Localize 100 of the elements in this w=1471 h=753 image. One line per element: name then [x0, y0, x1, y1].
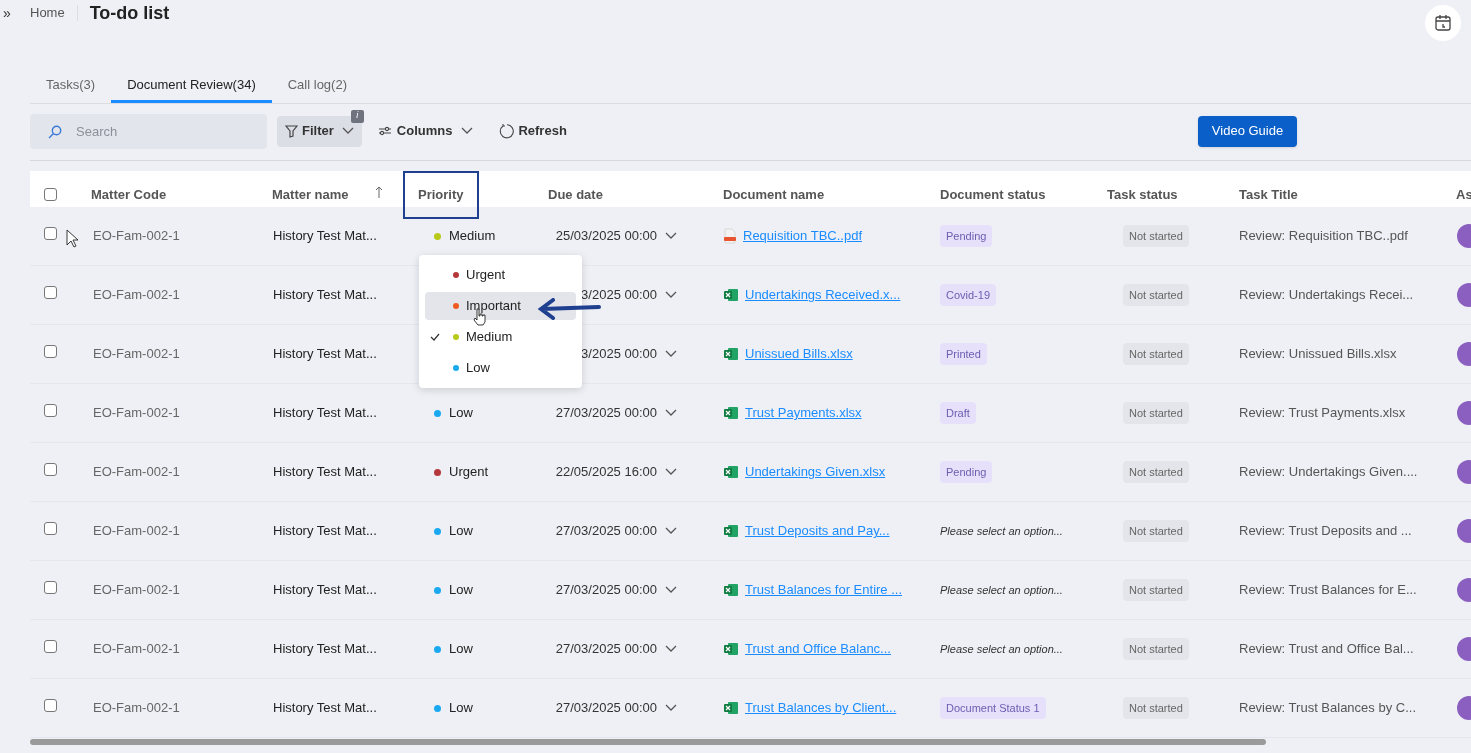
- tab[interactable]: Call log(2): [271, 70, 363, 103]
- checkbox[interactable]: [44, 521, 57, 535]
- column-header[interactable]: Task Title: [1239, 185, 1298, 205]
- task-status-tag: Not started: [1123, 342, 1189, 366]
- expand-sidebar-icon[interactable]: »: [3, 2, 17, 24]
- task-status-tag: Not started: [1123, 696, 1189, 720]
- breadcrumb-home-link[interactable]: Home: [30, 3, 65, 23]
- due-date-cell[interactable]: 27/03/2025 00:00: [548, 580, 657, 600]
- priority-label[interactable]: Low: [449, 639, 473, 659]
- priority-label[interactable]: Low: [449, 698, 473, 718]
- document-status-tag: Pending: [940, 460, 993, 484]
- spreadsheet-file-icon: [723, 701, 739, 715]
- refresh-button[interactable]: Refresh: [499, 121, 567, 141]
- matter-name-cell-text: History Test Mat...: [272, 699, 377, 718]
- search-field[interactable]: Search: [30, 113, 267, 149]
- spreadsheet-file-icon: [723, 583, 739, 597]
- column-header[interactable]: Matter Code: [91, 185, 167, 205]
- spreadsheet-file-icon: [723, 524, 739, 538]
- chevron-down-icon: [665, 232, 677, 240]
- column-header[interactable]: Priority: [403, 171, 479, 219]
- checkbox[interactable]: [44, 462, 57, 476]
- matter-name-cell-text: History Test Mat...: [272, 227, 377, 246]
- task-title-cell-text: Review: Undertakings Given....: [1239, 463, 1418, 482]
- column-header[interactable]: Document status: [940, 185, 1046, 205]
- column-header[interactable]: Document name: [723, 185, 825, 205]
- checkbox[interactable]: [44, 188, 57, 202]
- matter-code-cell-text: EO-Fam-002-1: [92, 227, 180, 246]
- checkbox[interactable]: [44, 285, 57, 299]
- tab[interactable]: Tasks(3): [30, 70, 112, 103]
- chevron-down-icon: [665, 291, 677, 299]
- task-status-tag: Not started: [1123, 460, 1189, 484]
- priority-label[interactable]: Low: [449, 580, 473, 600]
- checkbox[interactable]: [44, 639, 57, 653]
- checkbox[interactable]: [44, 403, 57, 417]
- funnel-icon: [285, 124, 298, 138]
- task-title-cell-text: Review: Unissued Bills.xlsx: [1239, 345, 1397, 364]
- document-status-select[interactable]: Please select an option...: [940, 640, 1063, 658]
- document-status-select[interactable]: Please select an option...: [940, 581, 1063, 599]
- spreadsheet-file-icon: [723, 465, 739, 479]
- sliders-icon: [377, 126, 392, 136]
- matter-name-cell-text: History Test Mat...: [272, 404, 377, 423]
- priority-option[interactable]: Medium: [425, 323, 576, 351]
- columns-button[interactable]: Columns: [377, 121, 474, 141]
- priority-label[interactable]: Medium: [449, 226, 496, 246]
- chevron-down-icon: [665, 586, 677, 594]
- due-date-cell[interactable]: 27/03/2025 00:00: [548, 698, 657, 718]
- spreadsheet-file-icon: [723, 406, 739, 420]
- checkbox[interactable]: [44, 580, 57, 594]
- task-title-cell-text: Review: Requisition TBC..pdf: [1239, 227, 1408, 246]
- due-date-cell[interactable]: 25/03/2025 00:00: [548, 226, 657, 246]
- tab[interactable]: Document Review(34): [111, 70, 272, 103]
- spreadsheet-file-icon: [723, 288, 739, 302]
- priority-label[interactable]: Low: [449, 403, 473, 423]
- priority-option[interactable]: Important: [425, 292, 576, 320]
- checkbox[interactable]: [44, 698, 57, 712]
- checkbox[interactable]: [44, 344, 57, 358]
- spreadsheet-file-icon: [723, 347, 739, 361]
- matter-code-cell-text: EO-Fam-002-1: [92, 581, 180, 600]
- calendar-icon[interactable]: [1425, 5, 1461, 41]
- video-guide-button[interactable]: Video Guide: [1197, 115, 1298, 147]
- due-date-cell[interactable]: 22/05/2025 16:00: [548, 462, 657, 482]
- chevron-down-icon: [665, 468, 677, 476]
- task-title-cell-text: Review: Trust and Office Bal...: [1239, 640, 1414, 659]
- matter-name-cell-text: History Test Mat...: [272, 286, 377, 305]
- document-status-select[interactable]: Please select an option...: [940, 522, 1063, 540]
- document-status-tag: Printed: [940, 342, 987, 366]
- column-header[interactable]: Task status: [1107, 185, 1178, 205]
- priority-option[interactable]: Low: [425, 354, 576, 382]
- pointer-cursor-icon: [66, 229, 79, 248]
- matter-name-cell-text: History Test Mat...: [272, 640, 377, 659]
- matter-code-cell-text: EO-Fam-002-1: [92, 522, 180, 541]
- task-title-cell-text: Review: Trust Balances by C...: [1239, 699, 1416, 718]
- matter-name-cell-text: History Test Mat...: [272, 345, 377, 364]
- matter-name-cell-text: History Test Mat...: [272, 581, 377, 600]
- due-date-cell[interactable]: 27/03/2025 00:00: [548, 521, 657, 541]
- document-status-tag: Covid-19: [940, 283, 997, 307]
- chevron-down-icon: [665, 409, 677, 417]
- horizontal-scrollbar[interactable]: [30, 739, 1266, 745]
- document-status-tag: Document Status 1: [940, 696, 1046, 720]
- priority-label[interactable]: Low: [449, 521, 473, 541]
- column-header[interactable]: Matter name: [272, 185, 349, 205]
- chevron-down-icon: [665, 645, 677, 653]
- priority-option[interactable]: Urgent: [425, 261, 576, 289]
- sort-arrow-up-icon[interactable]: [374, 185, 383, 198]
- matter-code-cell-text: EO-Fam-002-1: [92, 345, 180, 364]
- column-header[interactable]: Due date: [548, 185, 603, 205]
- task-title-cell-text: Review: Trust Balances for E...: [1239, 581, 1417, 600]
- chevron-down-icon: [461, 127, 474, 135]
- chevron-down-icon: [665, 704, 677, 712]
- matter-code-cell-text: EO-Fam-002-1: [92, 699, 180, 718]
- due-date-cell[interactable]: 27/03/2025 00:00: [548, 639, 657, 659]
- task-status-tag: Not started: [1123, 401, 1189, 425]
- checkbox[interactable]: [44, 226, 57, 240]
- priority-label[interactable]: Urgent: [449, 462, 489, 482]
- page-title: To-do list: [89, 1, 170, 25]
- task-title-cell-text: Review: Undertakings Recei...: [1239, 286, 1414, 305]
- due-date-cell[interactable]: 27/03/2025 00:00: [548, 403, 657, 423]
- info-badge: i: [350, 109, 364, 123]
- matter-code-cell-text: EO-Fam-002-1: [92, 404, 180, 423]
- task-title-cell-text: Review: Trust Payments.xlsx: [1239, 404, 1406, 423]
